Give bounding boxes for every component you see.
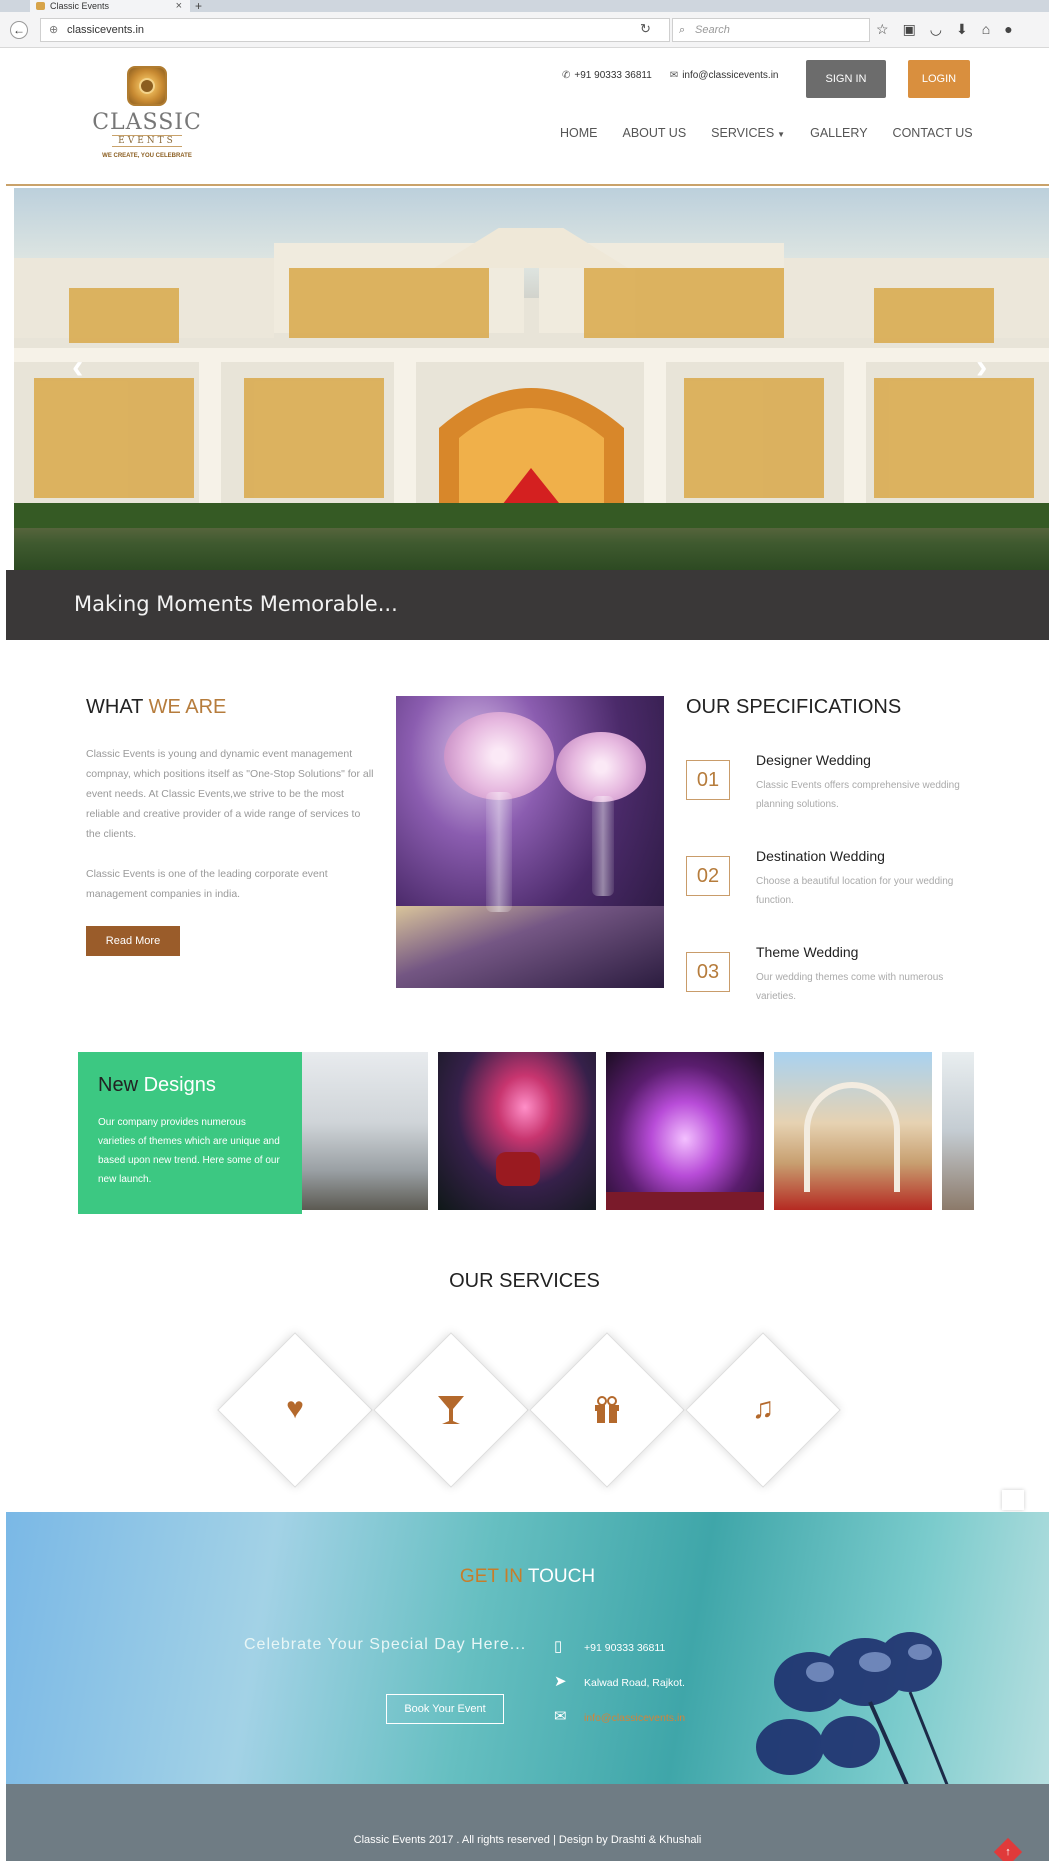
nav-home[interactable]: HOME: [560, 126, 598, 140]
touch-phone[interactable]: ▯ +91 90333 36811: [554, 1637, 665, 1655]
nav-about[interactable]: ABOUT US: [623, 126, 687, 140]
browser-tab-bar: Classic Events × +: [0, 0, 1049, 12]
back-icon[interactable]: ←: [10, 21, 28, 39]
header-contact: ✆ +91 90333 36811 ✉ info@classicevents.in: [562, 70, 779, 81]
services-title: OUR SERVICES: [449, 1270, 600, 1292]
new-designs-title: New Designs: [98, 1074, 216, 1096]
logo-emblem-icon: [127, 66, 167, 106]
location-arrow-icon: ➤: [554, 1673, 567, 1690]
star-icon[interactable]: ☆: [876, 21, 889, 39]
spec-heading[interactable]: Theme Wedding: [756, 944, 858, 960]
hero-tagline: Making Moments Memorable...: [74, 592, 398, 616]
logo-word: CLASSIC: [92, 110, 202, 135]
about-text: Classic Events is young and dynamic even…: [86, 744, 374, 904]
search-placeholder: Search: [695, 24, 730, 36]
login-button[interactable]: LOGIN: [908, 60, 970, 98]
about-photo: [396, 696, 664, 988]
mail-icon: ✉: [554, 1708, 567, 1725]
about-paragraph: Classic Events is young and dynamic even…: [86, 748, 374, 840]
tab-title: Classic Events: [50, 1, 110, 11]
get-in-touch-title: GET IN TOUCH: [459, 1566, 596, 1587]
phone-icon: ✆: [562, 70, 571, 81]
toolbar-icons: ☆ ▣ ◡ ⬇ ⌂ ●: [876, 21, 1013, 39]
footer: Classic Events 2017 . All rights reserve…: [6, 1784, 1049, 1861]
touch-address: ➤ Kalwad Road, Rajkot.: [554, 1673, 685, 1690]
design-thumbnail[interactable]: [606, 1052, 764, 1210]
spec-description: Choose a beautiful location for your wed…: [756, 876, 954, 906]
hero-image: [14, 228, 1049, 528]
main-nav: HOME ABOUT US SERVICES ▼ GALLERY CONTACT …: [560, 126, 973, 140]
header-phone[interactable]: ✆ +91 90333 36811: [562, 70, 652, 81]
spec-number: 01: [686, 760, 730, 800]
slider-prev-icon[interactable]: ‹: [72, 348, 83, 387]
design-thumbnail[interactable]: [438, 1052, 596, 1210]
spec-description: Our wedding themes come with numerous va…: [756, 972, 944, 1002]
home-icon[interactable]: ⌂: [982, 21, 990, 39]
browser-toolbar: ← ⊕ classicevents.in ↻ ⌕ Search ☆ ▣ ◡ ⬇ …: [0, 12, 1049, 48]
specifications-title: OUR SPECIFICATIONS: [686, 696, 902, 718]
tagline-bar: Making Moments Memorable...: [6, 570, 1049, 640]
mail-icon: ✉: [669, 70, 679, 81]
chat-icon[interactable]: ●: [1004, 21, 1012, 39]
spec-heading[interactable]: Designer Wedding: [756, 752, 871, 768]
url-text: classicevents.in: [67, 24, 145, 36]
chevron-down-icon: ▼: [777, 130, 786, 139]
spec-description: Classic Events offers comprehensive wedd…: [756, 780, 960, 810]
design-thumbnail[interactable]: [302, 1052, 428, 1210]
address-bar[interactable]: ⊕ classicevents.in: [40, 18, 670, 42]
site-favicon-icon: [36, 2, 45, 10]
download-icon[interactable]: ⬇: [956, 21, 968, 39]
cocktail-icon: [421, 1389, 481, 1429]
spec-heading[interactable]: Destination Wedding: [756, 848, 885, 864]
new-tab-button[interactable]: +: [195, 0, 202, 12]
nav-contact[interactable]: CONTACT US: [893, 126, 973, 140]
slider-next-icon[interactable]: ›: [976, 348, 987, 387]
logo[interactable]: CLASSIC EVENTS WE CREATE, YOU CELEBRATE: [92, 66, 202, 166]
logo-sub: EVENTS: [112, 135, 182, 147]
flower-decoration: [756, 1632, 949, 1784]
arrow-up-icon: ↑: [1005, 1846, 1011, 1858]
new-designs-text: Our company provides numerous varieties …: [98, 1117, 280, 1185]
nav-services[interactable]: SERVICES ▼: [711, 126, 785, 140]
site-header: CLASSIC EVENTS WE CREATE, YOU CELEBRATE …: [6, 48, 1049, 186]
globe-icon: ⊕: [49, 24, 59, 36]
touch-email[interactable]: ✉ info@classicevents.in: [554, 1707, 685, 1725]
header-email[interactable]: ✉ info@classicevents.in: [670, 70, 779, 81]
sign-in-button[interactable]: SIGN IN: [806, 60, 886, 98]
music-icon: ♫: [751, 1392, 775, 1425]
scroll-to-top-button[interactable]: ↑: [993, 1837, 1023, 1861]
about-paragraph: Classic Events is one of the leading cor…: [86, 868, 328, 900]
hero-slider: ‹ ›: [14, 188, 1049, 570]
logo-tagline: WE CREATE, YOU CELEBRATE: [102, 153, 192, 159]
about-title: WHAT WE ARE: [86, 696, 227, 718]
spec-number: 03: [686, 952, 730, 992]
tab-close-icon[interactable]: ×: [176, 0, 182, 12]
nav-gallery[interactable]: GALLERY: [810, 126, 867, 140]
get-in-touch-section: GET IN TOUCH Celebrate Your Special Day …: [6, 1512, 1049, 1784]
pocket-icon[interactable]: ◡: [930, 21, 942, 39]
search-icon: ⌕: [679, 24, 686, 36]
side-widget[interactable]: [1002, 1490, 1024, 1510]
reading-list-icon[interactable]: ▣: [903, 21, 916, 39]
spec-number: 02: [686, 856, 730, 896]
reload-icon[interactable]: ↻: [640, 21, 651, 37]
browser-tab[interactable]: Classic Events ×: [30, 0, 190, 12]
design-thumbnail[interactable]: [774, 1052, 932, 1210]
heart-icon: ♥: [286, 1392, 304, 1425]
book-event-button[interactable]: Book Your Event: [386, 1694, 504, 1724]
celebrate-text: Celebrate Your Special Day Here...: [244, 1636, 527, 1653]
read-more-button[interactable]: Read More: [86, 926, 180, 956]
new-designs-card: New Designs Our company provides numerou…: [78, 1052, 302, 1214]
mobile-icon: ▯: [554, 1638, 563, 1655]
footer-copyright: Classic Events 2017 . All rights reserve…: [353, 1834, 702, 1846]
search-input[interactable]: ⌕ Search: [672, 18, 870, 42]
gift-icon: [577, 1389, 637, 1429]
design-thumbnail[interactable]: [942, 1052, 974, 1210]
